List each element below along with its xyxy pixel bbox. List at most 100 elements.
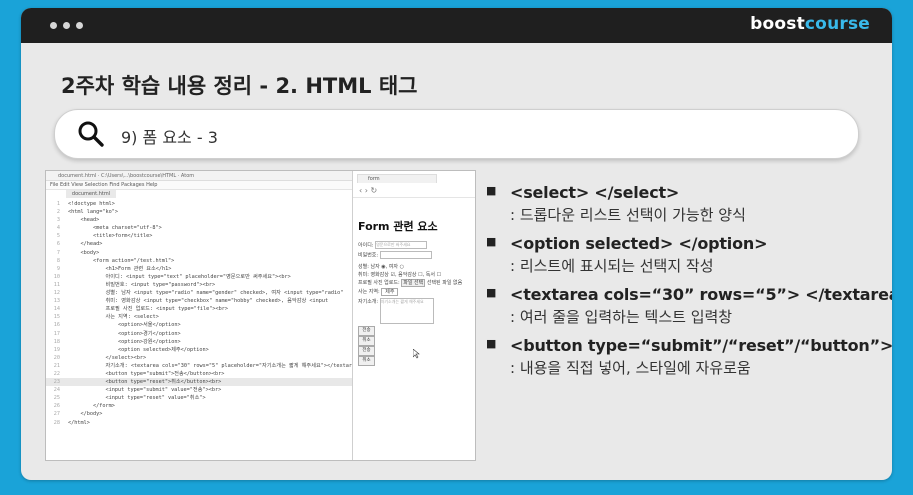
line-number: 20 xyxy=(53,354,60,361)
line-text: <option>서울</option> xyxy=(68,322,181,329)
code-line: 19 <option selected>제주</option> xyxy=(46,346,352,354)
preview-hobby-row: 취미: 영화감상 ☑, 음악감상 ☐, 독서 ☐ xyxy=(358,272,442,278)
search-text: 9) 폼 요소 - 3 xyxy=(121,128,218,147)
preview-reset-button: 취소 xyxy=(358,336,375,346)
line-text: 취미: 영화감상 <input type="checkbox" name="ho… xyxy=(68,298,329,305)
line-text: <option selected>제주</option> xyxy=(68,346,209,353)
window-dot-1 xyxy=(50,22,57,29)
code-line: 13 취미: 영화감상 <input type="checkbox" name=… xyxy=(46,297,352,305)
code-line: 24 <input type="submit" value="전송"><br> xyxy=(46,386,352,394)
line-number: 14 xyxy=(53,306,60,313)
line-text: <title>form</title> xyxy=(68,233,153,240)
code-line: 2 <html lang="ko"> xyxy=(46,208,352,216)
code-line: 14 프로필 사진 업로드: <input type="file"><br> xyxy=(46,305,352,313)
line-number: 17 xyxy=(53,330,60,337)
line-number: 6 xyxy=(56,241,60,248)
line-text: <button type="reset">취소</button><br> xyxy=(68,379,222,386)
topic-search-bar: 9) 폼 요소 - 3 xyxy=(54,109,859,159)
code-line: 17 <option>경기</option> xyxy=(46,330,352,338)
line-text: <meta charset="utf-8"> xyxy=(68,225,162,232)
preview-heading: Form 관련 요소 xyxy=(358,220,438,233)
note-button: ■ <button type=“submit”/“reset”/“button”… xyxy=(486,336,892,377)
line-number: 28 xyxy=(53,419,60,426)
line-number: 26 xyxy=(53,403,60,410)
line-number: 8 xyxy=(56,257,60,264)
preview-pw-row: 비밀번호: xyxy=(358,251,432,259)
line-text: <button type="submit">전송</button><br> xyxy=(68,370,225,377)
line-number: 3 xyxy=(56,217,60,224)
line-text: <h1>Form 관련 요소</h1> xyxy=(68,265,172,272)
editor-tab: document.html xyxy=(66,190,116,198)
bullet-icon: ■ xyxy=(486,235,497,248)
line-number: 1 xyxy=(56,201,60,207)
line-text: 사는 지역: <select> xyxy=(68,314,159,321)
editor-menu: File Edit View Selection Find Packages H… xyxy=(46,181,352,190)
search-icon xyxy=(78,121,104,147)
code-line: 7 <body> xyxy=(46,249,352,257)
preview-id-row: 아이디: 영문으로만 써주세요 xyxy=(358,241,428,249)
code-line: 1 <!doctype html> xyxy=(46,200,352,208)
browser-preview: form ‹ › ↻ Form 관련 요소 아이디: 영문으로만 써주세요 비밀… xyxy=(352,171,475,460)
window-dot-2 xyxy=(63,22,70,29)
line-number: 5 xyxy=(56,233,60,240)
code-line: 18 <option>강원</option> xyxy=(46,338,352,346)
note-select: ■ <select> </select> : 드롭다운 리스트 선택이 가능한 … xyxy=(486,183,746,224)
browser-tab: form xyxy=(357,174,437,183)
code-line: 8 <form action="/test.html"> xyxy=(46,257,352,265)
line-number: 19 xyxy=(53,346,60,353)
notes-list: ■ <select> </select> : 드롭다운 리스트 선택이 가능한 … xyxy=(486,183,892,387)
code-line: 23 <button type="reset">취소</button><br> xyxy=(46,378,352,387)
code-screenshot: document.html · C:\Users\...\boostcourse… xyxy=(45,170,476,461)
line-number: 11 xyxy=(53,281,60,288)
note-textarea: ■ <textarea cols=“30” rows=“5”> </textar… xyxy=(486,285,892,326)
line-number: 10 xyxy=(53,273,60,280)
code-line: 6 </head> xyxy=(46,240,352,248)
slide-frame: boostcourse 2주차 학습 내용 정리 - 2. HTML 태그 9)… xyxy=(21,8,892,480)
line-number: 27 xyxy=(53,411,60,418)
line-text: </form> xyxy=(68,403,115,410)
note-option: ■ <option selected> </option> : 리스트에 표시되… xyxy=(486,234,768,275)
code-line: 10 아이디: <input type="text" placeholder="… xyxy=(46,273,352,281)
code-line: 12 성별: 남자 <input type="radio" name="gend… xyxy=(46,289,352,297)
line-text: <!doctype html> xyxy=(68,201,115,207)
line-number: 13 xyxy=(53,298,60,305)
bullet-icon: ■ xyxy=(486,184,497,197)
line-text: </select><br> xyxy=(68,354,147,361)
code-line: 21 자기소개: <textarea cols="30" rows="5" pl… xyxy=(46,362,352,370)
mouse-cursor-icon xyxy=(413,349,420,359)
code-line: 28 </html> xyxy=(46,419,352,427)
line-text: 아이디: <input type="text" placeholder="영문으… xyxy=(68,273,291,280)
line-text: <body> xyxy=(68,249,100,256)
code-line: 22 <button type="submit">전송</button><br> xyxy=(46,370,352,378)
brand-logo: boostcourse xyxy=(750,14,870,34)
line-number: 2 xyxy=(56,209,60,216)
line-number: 22 xyxy=(53,370,60,377)
line-text: <form action="/test.html"> xyxy=(68,257,175,264)
editor-title: document.html · C:\Users\...\boostcourse… xyxy=(46,171,352,181)
browser-nav: ‹ › ↻ xyxy=(353,184,475,198)
preview-upload-row: 프로필 사진 업로드: 파일 선택 선택된 파일 없음 xyxy=(358,279,463,287)
bullet-icon: ■ xyxy=(486,337,497,350)
line-text: 자기소개: <textarea cols="30" rows="5" place… xyxy=(68,362,352,369)
preview-reset-input: 취소 xyxy=(358,356,375,366)
code-line: 9 <h1>Form 관련 요소</h1> xyxy=(46,265,352,273)
line-number: 21 xyxy=(53,362,60,369)
line-text: <html lang="ko"> xyxy=(68,209,118,216)
code-line: 16 <option>서울</option> xyxy=(46,321,352,329)
line-number: 15 xyxy=(53,314,60,321)
code-line: 11 비밀번호: <input type="password"><br> xyxy=(46,281,352,289)
line-number: 4 xyxy=(56,225,60,232)
line-number: 25 xyxy=(53,395,60,402)
preview-intro-row: 자기소개: 자기소개는 짧게 해주세요 xyxy=(358,298,434,324)
line-number: 23 xyxy=(53,379,60,386)
line-text: </body> xyxy=(68,411,103,418)
line-number: 24 xyxy=(53,387,60,394)
line-text: 비밀번호: <input type="password"><br> xyxy=(68,281,216,288)
line-number: 16 xyxy=(53,322,60,329)
line-text: <option>강원</option> xyxy=(68,338,181,345)
window-dot-3 xyxy=(76,22,83,29)
line-number: 12 xyxy=(53,290,60,297)
slide-title: 2주차 학습 내용 정리 - 2. HTML 태그 xyxy=(61,74,418,98)
line-text: <input type="reset" value="취소"> xyxy=(68,395,206,402)
preview-region-row: 사는 지역: 제주 xyxy=(358,288,399,296)
